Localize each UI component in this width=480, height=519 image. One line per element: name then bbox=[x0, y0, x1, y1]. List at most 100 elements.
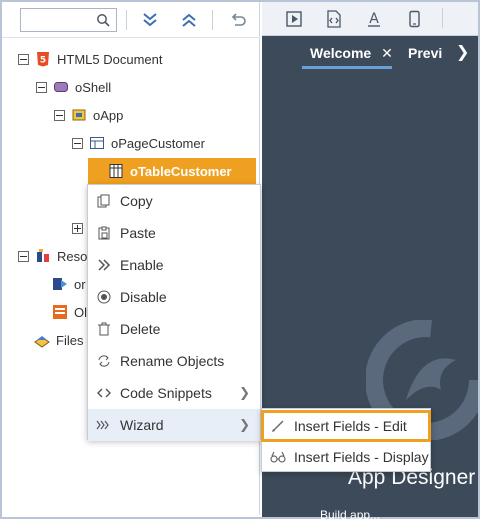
menu-item-wizard[interactable]: Wizard ❯ bbox=[88, 409, 260, 441]
tree-item-html5-document[interactable]: 5 HTML5 Document bbox=[18, 45, 162, 73]
collapse-toggle[interactable] bbox=[36, 81, 47, 93]
menu-item-enable[interactable]: Enable bbox=[88, 249, 260, 281]
tree-label: oPageCustomer bbox=[111, 135, 205, 151]
toolbar-separator bbox=[442, 8, 443, 28]
wizard-icon bbox=[96, 417, 112, 433]
tree-item-otablecustomer[interactable]: oTableCustomer bbox=[88, 158, 256, 184]
form-icon bbox=[53, 305, 67, 319]
tree-item-oapp[interactable]: oApp bbox=[54, 101, 123, 129]
submenu-label: Insert Fields - Display bbox=[294, 449, 429, 465]
menu-label: Disable bbox=[120, 289, 167, 305]
glasses-icon bbox=[270, 449, 286, 465]
submenu-item-insert-fields-edit[interactable]: Insert Fields - Edit bbox=[261, 410, 431, 442]
tree-item-oshell[interactable]: oShell bbox=[36, 73, 111, 101]
close-icon[interactable]: ✕ bbox=[381, 45, 393, 61]
toolbar-separator bbox=[126, 10, 127, 30]
svg-text:A: A bbox=[369, 11, 379, 27]
app-icon bbox=[72, 109, 86, 121]
toolbar-separator bbox=[212, 10, 213, 30]
tree-item-resources[interactable]: Reso bbox=[18, 242, 87, 270]
collapse-toggle[interactable] bbox=[54, 109, 65, 121]
chevron-right-icon: ❯ bbox=[239, 385, 250, 400]
search-input[interactable] bbox=[20, 8, 117, 32]
paste-icon bbox=[96, 225, 112, 241]
menu-label: Code Snippets bbox=[120, 385, 212, 401]
menu-item-copy[interactable]: Copy bbox=[88, 185, 260, 217]
tree-label: Reso bbox=[57, 248, 88, 264]
delete-icon bbox=[96, 321, 112, 337]
tree-label: oShell bbox=[75, 79, 112, 95]
tree-item-files[interactable]: Files bbox=[34, 326, 83, 354]
submenu-item-insert-fields-display[interactable]: Insert Fields - Display bbox=[262, 442, 430, 472]
menu-item-code-snippets[interactable]: Code Snippets ❯ bbox=[88, 377, 260, 409]
wizard-submenu: Insert Fields - Edit Insert Fields - Dis… bbox=[261, 408, 431, 472]
code-view-button[interactable] bbox=[322, 8, 346, 30]
menu-item-rename-objects[interactable]: Rename Objects bbox=[88, 345, 260, 377]
undo-icon bbox=[231, 13, 246, 26]
menu-label: Wizard bbox=[120, 417, 164, 433]
enable-icon bbox=[96, 257, 112, 273]
tab-welcome[interactable]: Welcome ✕ bbox=[310, 36, 393, 70]
disable-icon bbox=[96, 289, 112, 305]
mobile-preview-button[interactable] bbox=[402, 8, 426, 30]
table-icon bbox=[109, 164, 123, 178]
shell-icon bbox=[54, 82, 68, 92]
html5-icon: 5 bbox=[37, 52, 49, 67]
active-tab-indicator bbox=[302, 66, 392, 69]
tree-label: or bbox=[74, 276, 86, 292]
page-icon bbox=[90, 137, 104, 149]
menu-item-disable[interactable]: Disable bbox=[88, 281, 260, 313]
menu-label: Paste bbox=[120, 225, 156, 241]
tab-label: Previ bbox=[408, 45, 443, 61]
menu-label: Enable bbox=[120, 257, 164, 273]
phone-icon bbox=[409, 10, 420, 28]
text-button[interactable]: A bbox=[362, 8, 386, 30]
copy-icon bbox=[96, 193, 112, 209]
tree-label: oTableCustomer bbox=[130, 163, 232, 179]
double-chevron-down-icon bbox=[143, 13, 157, 27]
submenu-label: Insert Fields - Edit bbox=[294, 418, 407, 434]
tree-item-opagecustomer[interactable]: oPageCustomer bbox=[72, 129, 205, 157]
search-icon bbox=[97, 14, 110, 27]
tab-preview[interactable]: Previ bbox=[408, 36, 442, 70]
tree-label: Files bbox=[56, 332, 84, 348]
menu-label: Rename Objects bbox=[120, 353, 225, 369]
pencil-icon bbox=[270, 418, 286, 434]
menu-label: Delete bbox=[120, 321, 161, 337]
collapse-toggle[interactable] bbox=[18, 53, 29, 65]
tab-scroll-right[interactable]: ❯ bbox=[456, 36, 469, 70]
rename-icon bbox=[96, 353, 112, 369]
text-format-icon: A bbox=[368, 11, 380, 27]
menu-label: Copy bbox=[120, 193, 153, 209]
menu-item-paste[interactable]: Paste bbox=[88, 217, 260, 249]
svg-text:5: 5 bbox=[40, 56, 46, 66]
code-file-icon bbox=[327, 10, 341, 28]
outline-toolbar bbox=[2, 2, 260, 38]
expand-all-button[interactable] bbox=[138, 8, 162, 32]
tree-label: Ol bbox=[74, 304, 87, 320]
tab-label: Welcome bbox=[310, 45, 372, 61]
collapse-all-button[interactable] bbox=[177, 8, 201, 32]
collapse-toggle[interactable] bbox=[72, 137, 83, 149]
context-menu: Copy Paste Enable Disable Delete Rename … bbox=[87, 184, 261, 441]
undo-button[interactable] bbox=[226, 8, 250, 32]
tree-item-or[interactable]: or bbox=[52, 270, 86, 298]
editor-tabs: Welcome ✕ Previ ❯ bbox=[262, 36, 478, 70]
run-button[interactable] bbox=[282, 8, 306, 30]
double-chevron-up-icon bbox=[182, 13, 196, 27]
code-icon bbox=[96, 385, 112, 401]
chevron-right-icon: ❯ bbox=[456, 44, 470, 61]
welcome-subtitle: Build app... bbox=[320, 508, 381, 519]
resources-icon bbox=[37, 249, 49, 262]
script-icon bbox=[53, 278, 67, 290]
files-icon bbox=[34, 336, 50, 348]
tree-label: oApp bbox=[93, 107, 124, 123]
tree-label: HTML5 Document bbox=[57, 51, 163, 67]
expand-toggle[interactable] bbox=[72, 222, 83, 234]
collapse-toggle[interactable] bbox=[18, 250, 29, 262]
chevron-right-icon: ❯ bbox=[239, 417, 250, 432]
menu-item-delete[interactable]: Delete bbox=[88, 313, 260, 345]
play-icon bbox=[286, 11, 302, 27]
editor-toolbar: A bbox=[262, 2, 478, 36]
tree-item-oi[interactable]: Ol bbox=[52, 298, 87, 326]
